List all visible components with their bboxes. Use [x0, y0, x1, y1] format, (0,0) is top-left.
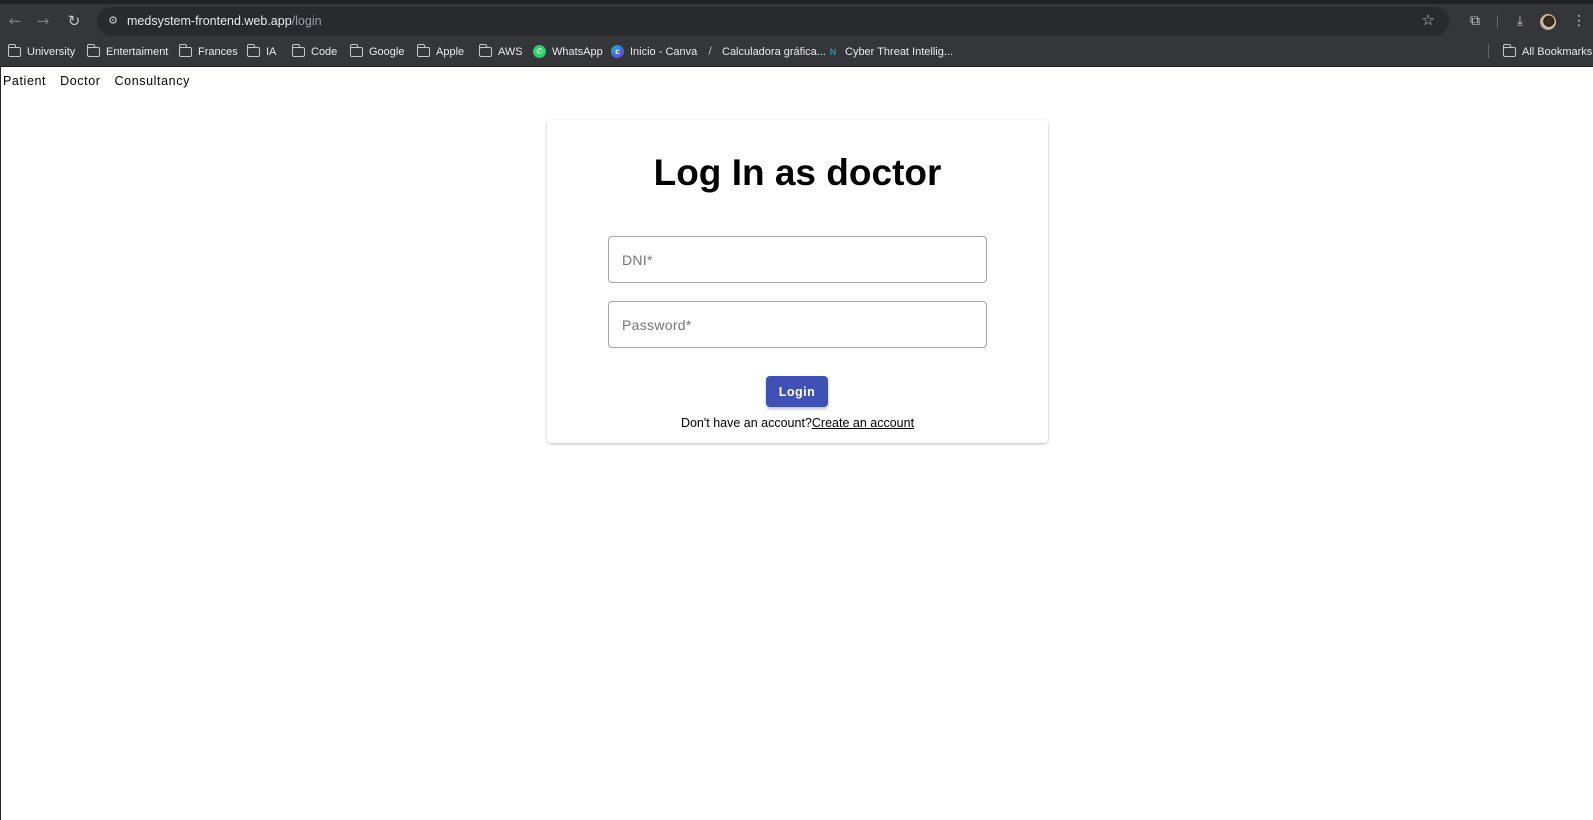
bookmark-folder-code[interactable]: Code — [291, 36, 338, 67]
graph-calculator-icon: ∕ — [708, 45, 712, 57]
url-host: medsystem-frontend.web.app — [127, 14, 292, 28]
all-bookmarks-label: All Bookmarks — [1522, 45, 1593, 58]
login-card: Log In as doctor Login Don't have an acc… — [547, 120, 1048, 443]
bookmark-label: WhatsApp — [552, 45, 603, 58]
bookmark-label: Google — [369, 45, 405, 58]
bookmarks-divider — [1488, 44, 1489, 58]
star-icon[interactable]: ☆ — [1422, 11, 1435, 29]
bookmark-folder-frances[interactable]: Frances — [178, 36, 238, 67]
folder-icon — [7, 44, 21, 57]
url-text[interactable]: medsystem-frontend.web.app/login — [127, 14, 322, 28]
folder-icon — [349, 44, 363, 57]
site-settings-icon[interactable]: ⚙ — [105, 13, 121, 29]
top-nav: Patient Doctor Consultancy — [3, 74, 190, 88]
bookmark-cyber-threat[interactable]: N Cyber Threat Intellig... — [827, 36, 953, 67]
canva-icon: c — [611, 45, 624, 58]
back-arrow-icon[interactable]: ← — [4, 10, 26, 32]
bookmark-label: AWS — [498, 45, 523, 58]
bookmark-folder-google[interactable]: Google — [349, 36, 405, 67]
password-field[interactable] — [608, 301, 987, 348]
download-icon[interactable]: ⤓ — [1510, 11, 1530, 31]
address-bar[interactable]: ⚙ medsystem-frontend.web.app/login ☆ — [97, 7, 1449, 36]
all-bookmarks[interactable]: All Bookmarks — [1502, 36, 1593, 67]
bookmark-label: Inicio - Canva — [630, 45, 698, 58]
bookmark-label: Code — [311, 45, 338, 58]
reload-icon[interactable]: ↻ — [63, 10, 85, 32]
bookmark-label: University — [27, 45, 76, 58]
folder-icon — [246, 44, 260, 57]
nav-link-consultancy[interactable]: Consultancy — [115, 74, 190, 88]
bookmark-folder-aws[interactable]: AWS — [478, 36, 523, 67]
bookmark-label: Calculadora gráfica... — [722, 45, 826, 58]
puzzle-piece-icon[interactable]: ⧉ — [1465, 11, 1485, 31]
bookmarks-bar: University Entertaiment Frances IA Code … — [0, 36, 1593, 67]
toolbar-divider — [1497, 15, 1498, 29]
bookmark-label: IA — [266, 45, 277, 58]
folder-icon — [291, 44, 305, 57]
bookmark-label: Frances — [198, 45, 238, 58]
forward-arrow-icon[interactable]: → — [32, 10, 54, 32]
signup-row: Don't have an account?Create an account — [547, 416, 1048, 430]
bookmark-label: Apple — [436, 45, 465, 58]
dni-field[interactable] — [608, 236, 987, 283]
window-edge — [0, 67, 1, 820]
login-button[interactable]: Login — [766, 376, 828, 407]
url-path: /login — [291, 14, 322, 28]
bookmark-label: Cyber Threat Intellig... — [845, 45, 954, 58]
bookmark-label: Entertaiment — [106, 45, 169, 58]
whatsapp-icon: ✆ — [533, 45, 546, 58]
page-title: Log In as doctor — [653, 152, 942, 193]
bookmark-folder-university[interactable]: University — [7, 36, 76, 67]
signup-prompt: Don't have an account? — [680, 416, 812, 430]
nav-link-doctor[interactable]: Doctor — [60, 74, 100, 88]
bookmark-folder-entertaiment[interactable]: Entertaiment — [86, 36, 169, 67]
bookmark-canva[interactable]: c Inicio - Canva — [611, 36, 697, 67]
kebab-menu-icon[interactable]: ⋮ — [1569, 11, 1589, 31]
create-account-link[interactable]: Create an account — [812, 416, 914, 430]
folder-icon — [478, 44, 492, 57]
folder-icon — [86, 44, 100, 57]
profile-avatar[interactable] — [1540, 14, 1556, 30]
cti-icon: N — [829, 46, 837, 57]
password-input[interactable] — [609, 302, 986, 347]
folder-icon — [178, 44, 192, 57]
browser-toolbar: ← → ↻ ⚙ medsystem-frontend.web.app/login… — [0, 0, 1593, 36]
bookmark-folder-ia[interactable]: IA — [246, 36, 277, 67]
bookmark-whatsapp[interactable]: ✆ WhatsApp — [533, 36, 603, 67]
dni-input[interactable] — [609, 237, 986, 282]
folder-icon — [416, 44, 430, 57]
bookmark-folder-apple[interactable]: Apple — [416, 36, 465, 67]
bookmark-calculadora[interactable]: ∕ Calculadora gráfica... — [704, 36, 826, 67]
folder-icon — [1502, 44, 1516, 57]
nav-link-patient[interactable]: Patient — [3, 74, 46, 88]
